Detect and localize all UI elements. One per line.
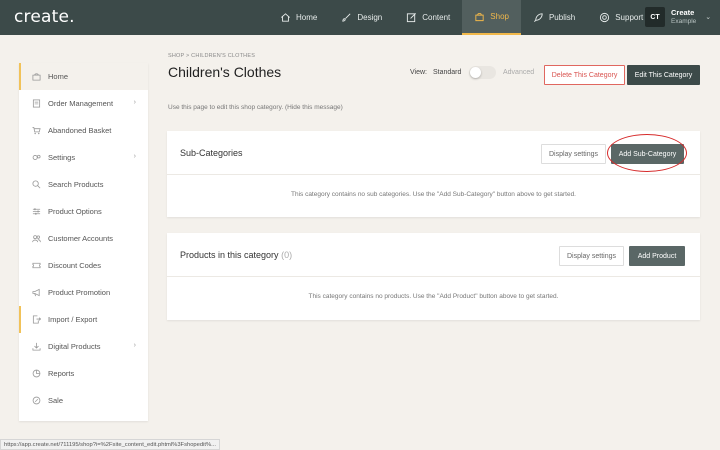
chevron-right-icon: › [133, 342, 136, 349]
nav-shop[interactable]: Shop [462, 0, 521, 35]
cart-icon [32, 126, 41, 135]
sidebar-item-search-products[interactable]: Search Products [19, 171, 148, 198]
highlight-ring [607, 134, 687, 172]
sidebar-item-label: Sale [48, 396, 64, 405]
chevron-right-icon: › [133, 99, 136, 106]
panel-title: Sub-Categories [180, 148, 243, 158]
sidebar-item-import-export[interactable]: Import / Export [19, 306, 148, 333]
nav-home[interactable]: Home [268, 0, 329, 35]
display-settings-button[interactable]: Display settings [559, 246, 624, 266]
users-icon [32, 235, 41, 243]
nav-home-label: Home [296, 13, 318, 22]
search-icon [32, 180, 41, 189]
sidebar-item-abandoned-basket[interactable]: Abandoned Basket [19, 117, 148, 144]
sidebar-item-reports[interactable]: Reports [19, 360, 148, 387]
view-standard-label: Standard [433, 69, 462, 76]
main-nav: Home Design Content Shop Publish Support [268, 0, 655, 35]
nav-design[interactable]: Design [329, 0, 394, 35]
sidebar-item-label: Discount Codes [48, 261, 101, 270]
sidebar-item-label: Product Options [48, 207, 102, 216]
sidebar-item-home[interactable]: Home [19, 63, 148, 90]
account-subtitle: Example [671, 18, 697, 25]
nav-publish-label: Publish [548, 13, 576, 22]
edit-icon [407, 13, 417, 23]
nav-support-label: Support [615, 13, 644, 22]
chart-icon [32, 369, 41, 378]
basket-icon [32, 73, 41, 81]
edit-category-button[interactable]: Edit This Category [627, 65, 700, 85]
create-logo[interactable]: create. [14, 7, 75, 27]
view-mode-toggle[interactable] [469, 66, 496, 79]
sidebar-item-customer-accounts[interactable]: Customer Accounts [19, 225, 148, 252]
sidebar-item-label: Digital Products [48, 342, 101, 351]
add-product-button[interactable]: Add Product [629, 246, 685, 266]
view-advanced-label: Advanced [503, 69, 535, 76]
gears-icon [32, 154, 41, 160]
orders-icon [32, 99, 41, 108]
empty-message: This category contains no sub categories… [290, 191, 576, 198]
top-nav-bar: create. Home Design Content Shop Publish… [0, 0, 720, 35]
nav-design-label: Design [357, 13, 383, 22]
view-label: View: [410, 69, 427, 76]
megaphone-icon [32, 288, 40, 297]
nav-publish[interactable]: Publish [521, 0, 587, 35]
shop-sidebar: Home Order Management › Abandoned Basket… [19, 63, 148, 421]
account-menu[interactable]: CT Create Example ⌄ [645, 7, 711, 27]
chevron-down-icon: ⌄ [705, 14, 712, 21]
account-name: Create [671, 8, 695, 17]
sidebar-item-label: Home [48, 72, 69, 81]
sidebar-item-product-promotion[interactable]: Product Promotion [19, 279, 148, 306]
sidebar-item-label: Abandoned Basket [48, 126, 112, 135]
sidebar-item-discount-codes[interactable]: Discount Codes [19, 252, 148, 279]
breadcrumb[interactable]: SHOP > CHILDREN'S CLOTHES [168, 53, 255, 59]
panel-header: Products in this category (0) Display se… [167, 233, 700, 277]
nav-content[interactable]: Content [394, 0, 462, 35]
download-icon [32, 342, 41, 351]
sidebar-item-label: Settings [48, 153, 76, 162]
chevron-right-icon: › [133, 153, 136, 160]
sidebar-item-order-management[interactable]: Order Management › [19, 90, 148, 117]
sliders-icon [32, 208, 41, 215]
ticket-icon [32, 262, 41, 269]
nav-shop-label: Shop [490, 12, 509, 21]
toggle-knob [470, 67, 481, 78]
panel-title: Products in this category (0) [180, 250, 292, 260]
sidebar-item-label: Reports [48, 369, 75, 378]
sidebar-item-label: Product Promotion [48, 288, 111, 297]
sidebar-item-label: Order Management [48, 99, 114, 108]
tag-icon [32, 396, 41, 405]
panel-title-text: Products in this category [180, 250, 279, 260]
page-title: Children's Clothes [168, 64, 282, 80]
sidebar-item-settings[interactable]: Settings › [19, 144, 148, 171]
nav-content-label: Content [422, 13, 451, 22]
delete-category-button[interactable]: Delete This Category [544, 65, 625, 85]
product-count: (0) [281, 250, 293, 260]
status-url-bar: https://app.create.net/711195/shop?i=%2F… [0, 439, 220, 450]
products-panel: Products in this category (0) Display se… [167, 233, 700, 320]
basket-icon [475, 12, 484, 22]
sidebar-item-digital-products[interactable]: Digital Products › [19, 333, 148, 360]
sidebar-item-sale[interactable]: Sale [19, 387, 148, 414]
avatar: CT [645, 7, 665, 27]
lifebuoy-icon [600, 12, 610, 23]
sidebar-item-product-options[interactable]: Product Options [19, 198, 148, 225]
rocket-icon [534, 13, 543, 22]
helper-message[interactable]: Use this page to edit this shop category… [168, 104, 343, 111]
sidebar-item-label: Import / Export [48, 315, 98, 324]
display-settings-button[interactable]: Display settings [541, 144, 606, 164]
file-export-icon [32, 315, 41, 324]
brush-icon [342, 13, 351, 22]
account-text: Create Example [671, 8, 696, 26]
home-icon [281, 13, 290, 22]
sidebar-item-label: Customer Accounts [48, 234, 114, 243]
empty-message: This category contains no products. Use … [308, 293, 559, 300]
sidebar-item-label: Search Products [48, 180, 104, 189]
